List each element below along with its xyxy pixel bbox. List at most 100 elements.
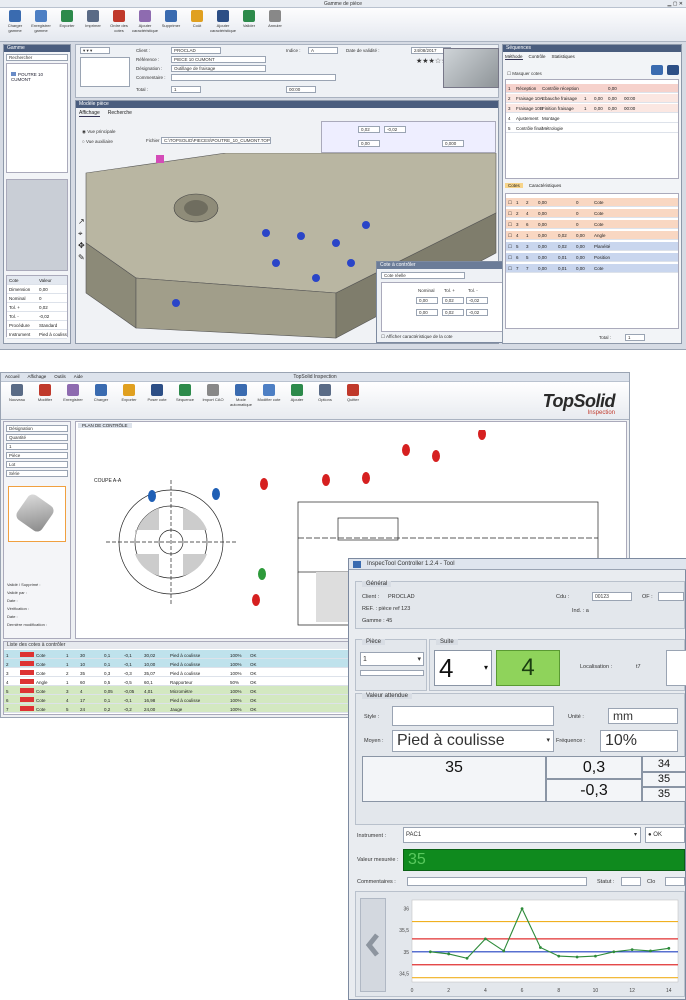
right-total-field[interactable]: 1 (625, 334, 645, 341)
popup-tolplus-2[interactable]: 0,02 (442, 309, 464, 316)
tab-controle[interactable]: Contrôle (529, 54, 546, 60)
table-row[interactable]: 2 Fraisage 10AEbauche fraisage 1 0,00 0,00 00… (506, 94, 678, 103)
table-row[interactable]: 4 Ajustement Montage (506, 114, 678, 123)
ok-select[interactable]: ● OK (645, 827, 685, 843)
tab-outils[interactable]: Outils (54, 374, 66, 379)
client-field[interactable]: PROCLAD (171, 47, 221, 54)
measured-value-field[interactable]: 35 (403, 849, 685, 871)
ribbon-ordre-des-cotes-button[interactable]: Ordre des cotes (108, 10, 130, 39)
indice-field[interactable]: A (308, 47, 338, 54)
ecart-field[interactable]: 0,000 (442, 140, 464, 147)
comment-field[interactable] (407, 877, 587, 886)
ribbon-ajouter-caracteristique-button[interactable]: Ajouter caractéristique (210, 10, 236, 39)
ribbon-enregistrer-gamme-button[interactable]: Enregistrer gamme (30, 10, 52, 39)
table-row[interactable]: 3 Fraisage 10BFinition fraisage 1 0,00 0,00 0… (506, 104, 678, 113)
ribbon-mode-automatique-button[interactable]: Mode automatique (229, 384, 253, 417)
suite-select[interactable]: 4 ▾ (434, 650, 492, 686)
radio-vue-auxiliaire[interactable]: ○ Vue auxiliaire (82, 139, 113, 144)
designation-field[interactable]: Outillage de fraisage (171, 65, 266, 72)
table-row[interactable]: ☐ 1 2 0,00 0 Cote (506, 198, 678, 207)
order-combo[interactable]: ▾ ▾ ▾ (80, 47, 110, 54)
table-row[interactable]: ☐ 4 1 0,00 0,02 0,00 Angle (506, 231, 678, 240)
popup-tolminus-1[interactable]: -0,02 (466, 297, 488, 304)
tab-methode[interactable]: Méthode (505, 54, 523, 60)
ribbon-charger-button[interactable]: Charger (89, 384, 113, 417)
side-field[interactable]: Série (6, 470, 68, 477)
of-field[interactable] (658, 592, 684, 601)
row-checkbox[interactable]: ☐ (506, 231, 514, 239)
tab-caracteristiques[interactable]: Caractéristiques (529, 183, 562, 188)
ribbon-imprimer-button[interactable]: Imprimer (82, 10, 104, 39)
table-row[interactable]: ☐ 6 5 0,00 0,01 0,00 Position (506, 253, 678, 262)
popup-nominal-2[interactable]: 0,00 (416, 309, 438, 316)
row-checkbox[interactable]: ☐ (506, 242, 514, 250)
localisation-field[interactable] (666, 650, 686, 686)
side-field[interactable]: Pièce (6, 452, 68, 459)
piece-sub-field[interactable] (360, 670, 424, 676)
side-field[interactable]: Désignation (6, 425, 68, 432)
nominal-field[interactable]: 0,00 (358, 140, 380, 147)
side-field[interactable]: Lot (6, 461, 68, 468)
ribbon-ajouter-caracteristique-button[interactable]: Ajouter caractéristique (132, 10, 158, 39)
total-field[interactable]: 1 (171, 86, 201, 93)
piece-select[interactable]: 1 ▾ (360, 652, 424, 666)
ribbon-exporter-button[interactable]: Exporter (117, 384, 141, 417)
masquer-checkbox[interactable]: ☐ Masquer cotes (507, 71, 542, 77)
cube-icon[interactable] (667, 65, 679, 75)
view-toolbar[interactable]: ↗ ⌖ ✥ ✎ (78, 216, 88, 296)
tab-cotes[interactable]: Cotes (505, 183, 523, 188)
side-field[interactable]: 1 (6, 443, 68, 450)
table-row[interactable]: ☐ 2 4 0,00 0 Cote (506, 209, 678, 218)
ribbon-nouveau-button[interactable]: Nouveau (5, 384, 29, 417)
table-row[interactable]: 5 Contrôle finalMétrologie (506, 124, 678, 133)
ribbon-poser-cote-button[interactable]: Poser cote (145, 384, 169, 417)
popup-checkbox[interactable]: ☐ Afficher caractéristique de la cote (381, 334, 453, 340)
ribbon-charger-gamme-button[interactable]: Charger gamme (4, 10, 26, 39)
chart-icon[interactable] (651, 65, 663, 75)
tab-recherche[interactable]: Recherche (108, 110, 132, 117)
instrument-select[interactable]: PAC1 ▾ (403, 827, 641, 843)
tab-accueil[interactable]: Accueil (5, 374, 20, 379)
radio-vue-principale[interactable]: ◉ Vue principale (82, 129, 116, 135)
popup-tolplus-1[interactable]: 0,02 (442, 297, 464, 304)
tab-statistiques[interactable]: Statistiques (552, 54, 575, 60)
ribbon-cout-button[interactable]: Coût (186, 10, 208, 39)
table-row[interactable]: ☐ 5 3 0,00 0,02 0,00 Planéité (506, 242, 678, 251)
ribbon-quitter-button[interactable]: Quitter (341, 384, 365, 417)
side-field[interactable]: Quantité (6, 434, 68, 441)
seq-list[interactable] (80, 57, 130, 87)
unit-field[interactable]: mm (608, 708, 678, 724)
tab-affichage[interactable]: Affichage (28, 374, 47, 379)
comment-field[interactable] (171, 74, 336, 81)
ribbon-import-cao-button[interactable]: Import CAO (201, 384, 225, 417)
drawing-tab[interactable]: PLAN DE CONTRÔLE (78, 423, 132, 428)
table-row[interactable]: ☐ 7 7 0,00 0,01 0,00 Cote (506, 264, 678, 273)
close-field[interactable] (665, 877, 685, 886)
popup-tolminus-2[interactable]: -0,02 (466, 309, 488, 316)
duree-field[interactable]: 00:00 (286, 86, 316, 93)
back-button[interactable] (360, 898, 386, 992)
row-checkbox[interactable]: ☐ (506, 264, 514, 272)
tab-aide[interactable]: Aide (74, 374, 83, 379)
row-checkbox[interactable]: ☐ (506, 253, 514, 261)
ribbon-options-button[interactable]: Options (313, 384, 337, 417)
tab-affichage[interactable]: Affichage (79, 110, 100, 117)
tol-plus-field[interactable]: 0,02 (358, 126, 380, 133)
ribbon-exporter-button[interactable]: Exporter (56, 10, 78, 39)
gamme-search-input[interactable]: Rechercher (6, 54, 68, 61)
status-field[interactable] (621, 877, 641, 886)
table-row[interactable]: 1 Réception Contrôle réception 0,00 (506, 84, 678, 93)
ribbon-modifier-cote-button[interactable]: Modifier cote (257, 384, 281, 417)
ribbon-valider-button[interactable]: Valider (238, 10, 260, 39)
style-field[interactable] (392, 706, 554, 726)
moyen-select[interactable]: Pied à coulisse ▾ (392, 730, 554, 752)
table-row[interactable]: ☐ 3 6 0,00 0 Cote (506, 220, 678, 229)
ribbon-ajouter-button[interactable]: Ajouter (285, 384, 309, 417)
cdu-field[interactable]: 00123 (592, 592, 632, 601)
file-field[interactable]: C:\TOPSOLID\PIECES\POUTRE_10_CUMONT.TOP (161, 137, 271, 144)
ref-field[interactable]: PIECE 10 CUMONT (171, 56, 266, 63)
tol-minus-field[interactable]: -0,02 (384, 126, 406, 133)
window-controls[interactable]: ▁ ▢ ✕ (667, 1, 683, 7)
ribbon-annuler-button[interactable]: Annuler (264, 10, 286, 39)
row-checkbox[interactable]: ☐ (506, 198, 514, 206)
